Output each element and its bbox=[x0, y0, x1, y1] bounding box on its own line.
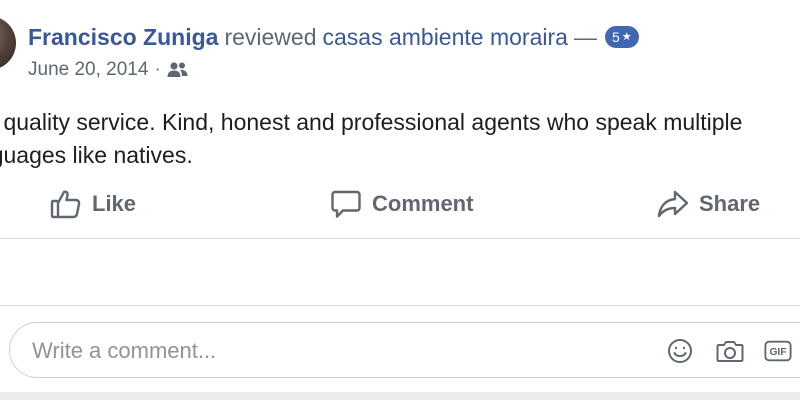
action-verb: reviewed bbox=[224, 23, 317, 50]
action-bar: Like Comment Share bbox=[0, 182, 800, 226]
review-text-line: languages like natives. bbox=[0, 142, 193, 168]
review-text-line: Top quality service. Kind, honest and pr… bbox=[0, 109, 743, 135]
avatar[interactable] bbox=[0, 16, 16, 70]
comments-divider bbox=[0, 305, 800, 306]
friends-icon[interactable] bbox=[167, 61, 189, 79]
post-date-link[interactable]: June 20, 2014 bbox=[28, 59, 148, 81]
bottom-band bbox=[0, 392, 800, 400]
share-label: Share bbox=[699, 191, 761, 216]
emoji-icon[interactable] bbox=[666, 337, 694, 365]
meta-separator: · bbox=[154, 59, 161, 80]
svg-text:GIF: GIF bbox=[769, 347, 786, 358]
rating-badge: 5 ★ bbox=[604, 26, 639, 48]
comment-button[interactable]: Comment bbox=[330, 182, 473, 226]
page-name-link[interactable]: casas ambiente moraira bbox=[322, 24, 567, 51]
review-text: Top quality service. Kind, honest and pr… bbox=[0, 106, 800, 172]
like-button[interactable]: Like bbox=[50, 182, 136, 226]
share-button[interactable]: Share bbox=[657, 182, 760, 226]
author-name-link[interactable]: Francisco Zuniga bbox=[28, 24, 218, 51]
star-icon: ★ bbox=[621, 31, 632, 43]
comment-input[interactable] bbox=[30, 323, 594, 379]
rating-value: 5 bbox=[611, 29, 620, 45]
header-dash: — bbox=[573, 23, 597, 50]
post-header: Francisco Zuniga reviewed casas ambiente… bbox=[28, 22, 639, 52]
comment-bubble-icon bbox=[330, 188, 362, 220]
camera-icon[interactable] bbox=[716, 337, 744, 365]
thumbs-up-icon bbox=[50, 188, 82, 220]
like-label: Like bbox=[92, 191, 137, 216]
post-meta: June 20, 2014 · bbox=[28, 58, 189, 82]
comment-composer[interactable]: GIF bbox=[9, 322, 800, 379]
gif-icon[interactable]: GIF bbox=[764, 337, 792, 365]
share-arrow-icon bbox=[657, 188, 689, 220]
action-divider bbox=[0, 238, 800, 239]
comment-label: Comment bbox=[372, 191, 474, 216]
